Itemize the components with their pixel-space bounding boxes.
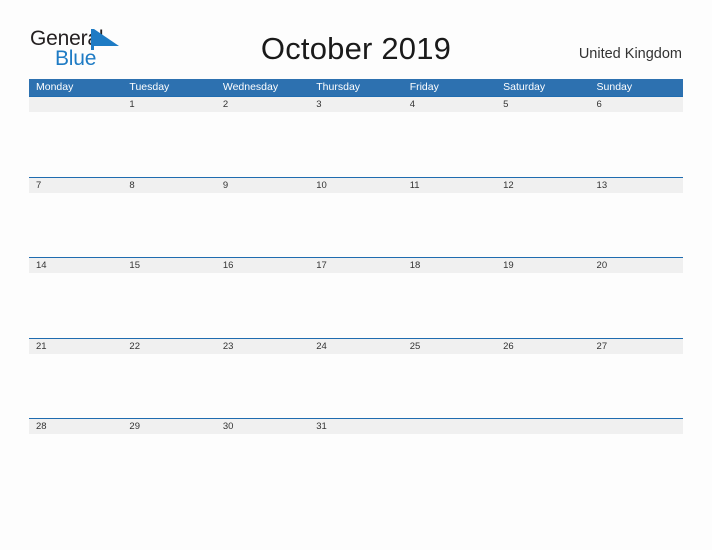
weekday-header-tuesday: Tuesday: [129, 81, 170, 93]
week-note-area[interactable]: [29, 434, 683, 499]
week-note-area[interactable]: [29, 273, 683, 338]
calendar-week-row: 21 22 23 24 25 26 27: [29, 337, 683, 419]
week-note-area[interactable]: [29, 192, 683, 258]
day-cell[interactable]: [496, 419, 589, 434]
day-cell[interactable]: 1: [122, 97, 215, 112]
date-number-band: 1 2 3 4 5 6: [29, 97, 683, 112]
day-cell[interactable]: 8: [122, 178, 215, 193]
day-cell[interactable]: 21: [29, 339, 122, 354]
day-cell[interactable]: 22: [122, 339, 215, 354]
day-cell[interactable]: 9: [216, 178, 309, 193]
calendar-week-row: 14 15 16 17 18 19 20: [29, 257, 683, 338]
calendar-grid: Monday Tuesday Wednesday Thursday Friday…: [29, 79, 683, 499]
day-cell[interactable]: 27: [590, 339, 683, 354]
day-cell[interactable]: 23: [216, 339, 309, 354]
day-cell[interactable]: 16: [216, 258, 309, 273]
weekday-header-friday: Friday: [409, 81, 439, 93]
day-cell[interactable]: 26: [496, 339, 589, 354]
calendar-page: General Blue October 2019 United Kingdom…: [0, 0, 712, 550]
week-note-area[interactable]: [29, 353, 683, 419]
calendar-week-row: 28 29 30 31: [29, 418, 683, 499]
day-cell[interactable]: 24: [309, 339, 402, 354]
week-note-area[interactable]: [29, 112, 683, 177]
day-cell[interactable]: 13: [590, 178, 683, 193]
day-cell[interactable]: 30: [216, 419, 309, 434]
day-cell[interactable]: 4: [403, 97, 496, 112]
weekday-header-thursday: Thursday: [316, 81, 361, 93]
day-cell[interactable]: 28: [29, 419, 122, 434]
day-cell[interactable]: 10: [309, 178, 402, 193]
weekday-header-monday: Monday: [36, 81, 74, 93]
day-cell[interactable]: 5: [496, 97, 589, 112]
day-cell[interactable]: 18: [403, 258, 496, 273]
day-cell[interactable]: 20: [590, 258, 683, 273]
day-cell[interactable]: 7: [29, 178, 122, 193]
weekday-header-saturday: Saturday: [503, 81, 546, 93]
day-cell[interactable]: 29: [122, 419, 215, 434]
calendar-week-row: 7 8 9 10 11 12 13: [29, 176, 683, 258]
day-cell[interactable]: 12: [496, 178, 589, 193]
date-number-band: 21 22 23 24 25 26 27: [29, 338, 683, 354]
date-number-band: 28 29 30 31: [29, 419, 683, 434]
day-cell[interactable]: 3: [309, 97, 402, 112]
calendar-week-row: 1 2 3 4 5 6: [29, 96, 683, 177]
day-cell[interactable]: [403, 419, 496, 434]
day-cell[interactable]: 17: [309, 258, 402, 273]
day-cell[interactable]: [590, 419, 683, 434]
day-cell[interactable]: 2: [216, 97, 309, 112]
country-label: United Kingdom: [578, 46, 682, 62]
day-cell[interactable]: 25: [403, 339, 496, 354]
weekday-header-row: Monday Tuesday Wednesday Thursday Friday…: [29, 79, 683, 96]
weekday-header-sunday: Sunday: [596, 81, 633, 93]
day-cell[interactable]: 14: [29, 258, 122, 273]
day-cell[interactable]: 15: [122, 258, 215, 273]
day-cell[interactable]: 11: [403, 178, 496, 193]
date-number-band: 14 15 16 17 18 19 20: [29, 258, 683, 273]
page-header: General Blue October 2019 United Kingdom: [0, 0, 712, 80]
day-cell[interactable]: 19: [496, 258, 589, 273]
weekday-header-wednesday: Wednesday: [222, 81, 279, 93]
day-cell[interactable]: 6: [590, 97, 683, 112]
date-number-band: 7 8 9 10 11 12 13: [29, 177, 683, 193]
day-cell[interactable]: [29, 97, 122, 112]
day-cell[interactable]: 31: [309, 419, 402, 434]
